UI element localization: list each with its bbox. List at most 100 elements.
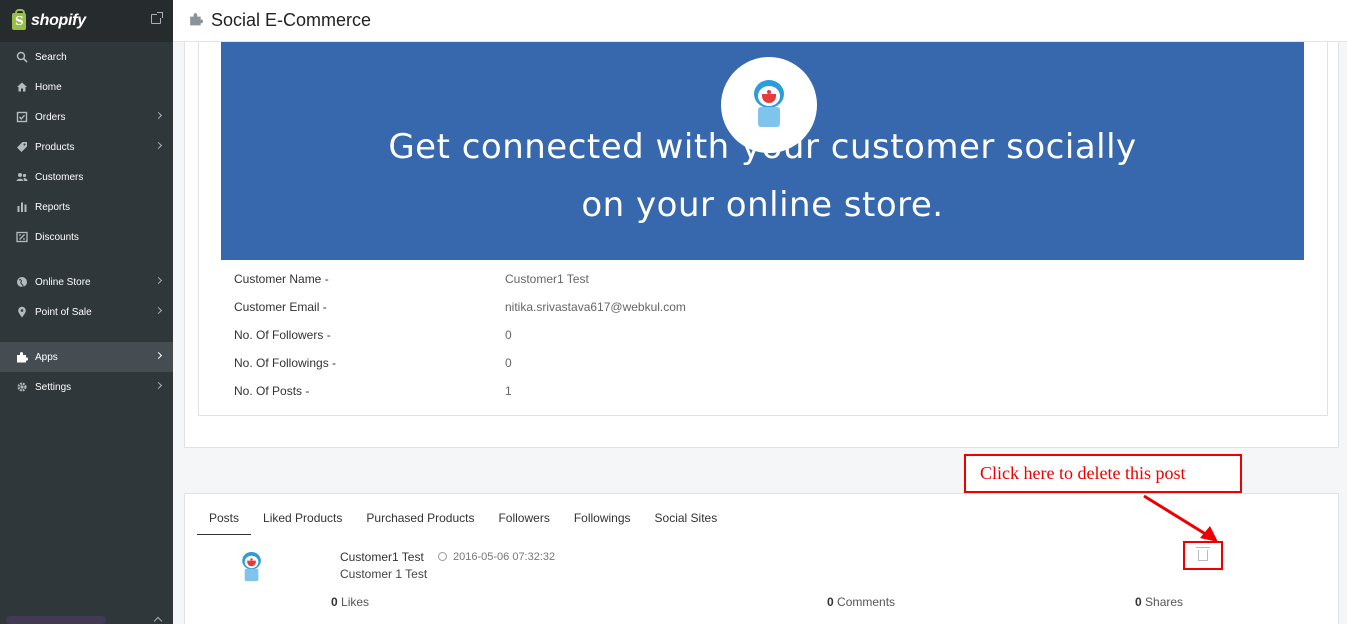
puzzle-icon xyxy=(15,351,28,364)
chevron-right-icon xyxy=(154,141,163,150)
sidebar-item-online-store[interactable]: Online Store xyxy=(0,267,173,297)
shopify-logo-icon xyxy=(12,8,26,30)
info-label: Customer Name - xyxy=(234,272,329,286)
home-icon xyxy=(15,81,28,94)
external-link-icon[interactable] xyxy=(151,12,163,24)
chevron-up-icon[interactable] xyxy=(153,616,163,624)
sidebar-item-label: Apps xyxy=(35,351,58,363)
search-icon xyxy=(15,51,28,64)
profile-tabs: Posts Liked Products Purchased Products … xyxy=(197,507,729,535)
tab-liked-products[interactable]: Liked Products xyxy=(251,507,354,535)
nav-spacer xyxy=(0,252,173,267)
gear-icon xyxy=(15,381,28,394)
chevron-right-icon xyxy=(154,306,163,315)
post-likes[interactable]: 0 Likes xyxy=(331,595,369,609)
profile-avatar xyxy=(721,57,817,153)
sidebar-item-label: Point of Sale xyxy=(35,306,92,318)
sidebar-item-orders[interactable]: Orders xyxy=(0,102,173,132)
sidebar-item-label: Settings xyxy=(35,381,72,393)
brand-bar: shopify xyxy=(0,0,173,42)
likes-count: 0 xyxy=(331,595,338,609)
post-comments[interactable]: 0 Comments xyxy=(827,595,895,609)
tab-purchased-products[interactable]: Purchased Products xyxy=(354,507,486,535)
post-timestamp: 2016-05-06 07:32:32 xyxy=(453,551,556,563)
shares-count: 0 xyxy=(1135,595,1142,609)
info-value: Customer1 Test xyxy=(505,272,589,286)
sidebar-nav: Search Home Orders Products Customers Re… xyxy=(0,42,173,402)
info-row: No. Of Posts - 1 xyxy=(234,382,934,410)
banner-line-2: on your online store. xyxy=(581,185,944,225)
post-author[interactable]: Customer1 Test xyxy=(340,550,424,564)
likes-label: Likes xyxy=(337,595,370,609)
sidebar-item-label: Orders xyxy=(35,111,66,123)
sidebar-item-discounts[interactable]: Discounts xyxy=(0,222,173,252)
account-avatar xyxy=(6,616,106,624)
customers-icon xyxy=(15,171,28,184)
sidebar-item-search[interactable]: Search xyxy=(0,42,173,72)
avatar-image xyxy=(752,80,786,130)
sidebar-item-label: Online Store xyxy=(35,276,91,288)
info-label: No. Of Followers - xyxy=(234,328,331,342)
sidebar-item-label: Customers xyxy=(35,171,84,183)
tab-posts[interactable]: Posts xyxy=(197,507,252,535)
info-row: No. Of Followings - 0 xyxy=(234,354,934,382)
info-value: nitika.srivastava617@webkul.com xyxy=(505,300,686,314)
chevron-right-icon xyxy=(154,351,163,360)
info-label: No. Of Followings - xyxy=(234,356,337,370)
comments-count: 0 xyxy=(827,595,834,609)
orders-icon xyxy=(15,111,28,124)
post-avatar xyxy=(241,552,263,588)
sidebar-item-label: Discounts xyxy=(35,231,79,243)
reports-icon xyxy=(15,201,28,214)
info-row: No. Of Followers - 0 xyxy=(234,326,934,354)
sidebar-item-products[interactable]: Products xyxy=(0,132,173,162)
discounts-icon xyxy=(15,231,28,244)
sidebar-item-point-of-sale[interactable]: Point of Sale xyxy=(0,297,173,327)
sidebar-item-label: Reports xyxy=(35,201,71,213)
page-title: Social E-Commerce xyxy=(211,10,372,30)
sidebar-item-apps[interactable]: Apps xyxy=(0,342,173,372)
chevron-right-icon xyxy=(154,276,163,285)
post-shares[interactable]: 0 Shares xyxy=(1135,595,1183,609)
sidebar-item-customers[interactable]: Customers xyxy=(0,162,173,192)
annotation-arrow-icon xyxy=(1143,494,1218,542)
sidebar-item-settings[interactable]: Settings xyxy=(0,372,173,402)
chevron-right-icon xyxy=(154,381,163,390)
chevron-right-icon xyxy=(154,111,163,120)
info-label: No. Of Posts - xyxy=(234,384,310,398)
sidebar-item-reports[interactable]: Reports xyxy=(0,192,173,222)
nav-spacer xyxy=(0,327,173,342)
tab-followings[interactable]: Followings xyxy=(562,507,643,535)
tag-icon xyxy=(15,141,28,154)
globe-icon xyxy=(15,276,28,289)
annotation-callout: Click here to delete this post xyxy=(964,454,1242,493)
shares-label: Shares xyxy=(1141,595,1184,609)
comments-label: Comments xyxy=(833,595,896,609)
page-header: Social E-Commerce xyxy=(173,0,1347,42)
sidebar-item-label: Search xyxy=(35,51,67,63)
sidebar-account[interactable] xyxy=(0,610,173,624)
info-row: Customer Email - nitika.srivastava617@we… xyxy=(234,298,934,326)
trash-icon xyxy=(1196,547,1210,561)
tab-social-sites[interactable]: Social Sites xyxy=(643,507,730,535)
sidebar-item-label: Home xyxy=(35,81,62,93)
delete-post-button[interactable] xyxy=(1183,541,1223,570)
profile-info: Customer Name - Customer1 Test Customer … xyxy=(234,270,934,410)
tab-followers[interactable]: Followers xyxy=(486,507,561,535)
puzzle-icon xyxy=(189,12,203,29)
info-label: Customer Email - xyxy=(234,300,327,314)
brand-name: shopify xyxy=(31,12,86,29)
info-value: 0 xyxy=(505,356,512,370)
profile-panel: Get connected with your customer sociall… xyxy=(198,42,1328,416)
sidebar: shopify Search Home Orders Prod xyxy=(0,0,173,624)
info-value: 1 xyxy=(505,384,512,398)
sidebar-item-label: Products xyxy=(35,141,75,153)
profile-card: Get connected with your customer sociall… xyxy=(184,42,1339,448)
post-body: Customer 1 Test xyxy=(340,567,428,581)
location-pin-icon xyxy=(15,306,28,319)
profile-banner: Get connected with your customer sociall… xyxy=(221,42,1304,260)
info-row: Customer Name - Customer1 Test xyxy=(234,270,934,298)
info-value: 0 xyxy=(505,328,512,342)
clock-icon xyxy=(438,552,447,561)
sidebar-item-home[interactable]: Home xyxy=(0,72,173,102)
